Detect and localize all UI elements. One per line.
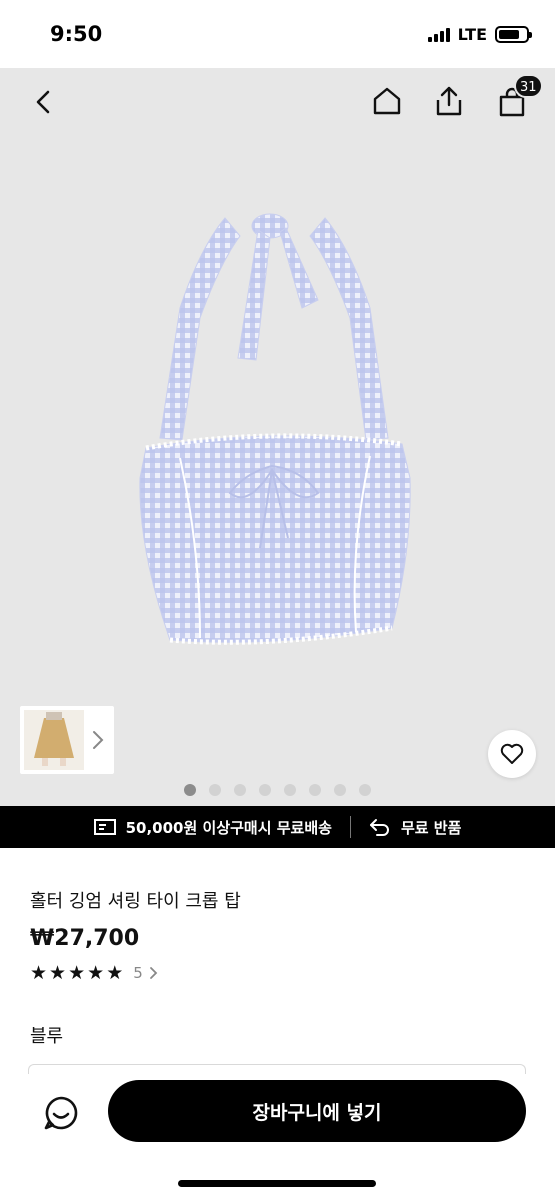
wishlist-button[interactable] [488, 730, 536, 778]
add-to-cart-button[interactable]: 장바구니에 넣기 [108, 1080, 526, 1142]
pagination-dot[interactable] [334, 784, 346, 796]
free-return-notice: 무료 반품 [369, 817, 461, 838]
promo-bar: 50,000원 이상구매시 무료배송 무료 반품 [0, 806, 555, 848]
star-icon: ★ [30, 962, 48, 984]
cart-button[interactable]: 31 [490, 74, 543, 124]
promo-divider [349, 816, 351, 838]
bottom-action-bar: 장바구니에 넣기 [0, 1074, 555, 1200]
color-option-label: 블루 [30, 1026, 64, 1047]
star-icon: ★ [49, 962, 67, 984]
product-price: ₩27,700 [30, 926, 140, 951]
status-indicators: LTE [427, 25, 532, 44]
pagination-dot[interactable] [284, 784, 296, 796]
free-shipping-notice: 50,000원 이상구매시 무료배송 [93, 817, 332, 838]
network-label: LTE [457, 25, 487, 44]
pagination-dot[interactable] [234, 784, 246, 796]
chat-icon [44, 1096, 78, 1130]
chevron-right-icon[interactable] [92, 730, 104, 750]
star-icon: ★ [106, 962, 124, 984]
star-icon: ★ [68, 962, 86, 984]
home-icon [373, 87, 401, 115]
battery-level [499, 30, 519, 39]
pagination-dot[interactable] [259, 784, 271, 796]
chevron-right-icon[interactable] [149, 966, 158, 980]
rating-stars: ★ ★ ★ ★ ★ [30, 963, 123, 983]
status-time: 9:50 [50, 22, 103, 46]
battery-icon [495, 26, 532, 43]
chat-button[interactable] [38, 1090, 84, 1136]
back-button[interactable] [24, 82, 64, 122]
skirt-thumbnail-icon [24, 710, 84, 770]
back-icon [36, 90, 50, 114]
star-icon: ★ [87, 962, 105, 984]
pagination-dot[interactable] [209, 784, 221, 796]
truck-icon [93, 819, 116, 835]
heart-icon [500, 743, 524, 764]
thumbnail-strip[interactable] [20, 706, 114, 774]
share-icon [436, 86, 462, 116]
review-count[interactable]: 5 [133, 964, 143, 982]
signal-icon [427, 27, 450, 42]
cart-count-badge: 31 [514, 74, 543, 98]
image-pagination [0, 784, 555, 796]
home-indicator [178, 1180, 376, 1187]
free-return-text: 무료 반품 [400, 818, 462, 837]
product-gallery[interactable]: 31 [0, 68, 555, 806]
return-icon [369, 819, 389, 836]
thumbnail-image[interactable] [22, 708, 86, 772]
home-button[interactable] [366, 80, 408, 122]
pagination-dot[interactable] [359, 784, 371, 796]
product-title: 홀터 깅엄 셔링 타이 크롭 탑 [30, 891, 241, 912]
free-shipping-text: 50,000원 이상구매시 무료배송 [125, 818, 332, 837]
product-rating[interactable]: ★ ★ ★ ★ ★ 5 [30, 963, 158, 983]
pagination-dot[interactable] [184, 784, 196, 796]
share-button[interactable] [428, 80, 470, 122]
status-bar: 9:50 LTE [0, 0, 555, 68]
product-image[interactable] [130, 208, 420, 658]
pagination-dot[interactable] [309, 784, 321, 796]
